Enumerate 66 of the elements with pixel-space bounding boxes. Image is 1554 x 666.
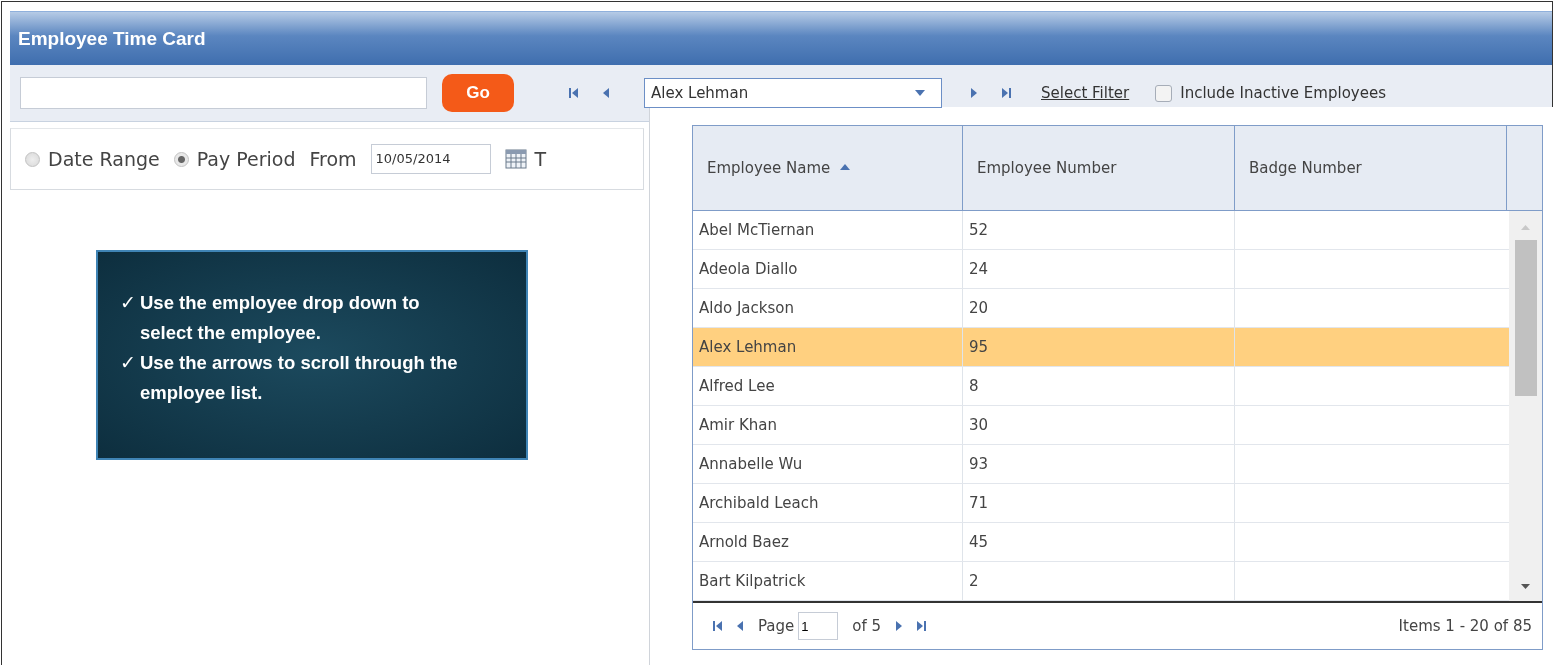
previous-icon[interactable] (737, 620, 744, 632)
table-row[interactable]: Amir Khan 30 (693, 406, 1509, 445)
page-label: Page (758, 617, 795, 635)
radio-label: Date Range (48, 148, 160, 170)
table-row[interactable]: Arnold Baez 45 (693, 523, 1509, 562)
table-row[interactable]: Annabelle Wu 93 (693, 445, 1509, 484)
calendar-icon[interactable] (504, 149, 527, 169)
check-mark-icon: ✓ (120, 288, 136, 348)
previous-icon[interactable] (603, 87, 610, 99)
window-title: Employee Time Card (10, 11, 1552, 65)
table-cell: 93 (969, 455, 989, 473)
table-cell: Abel McTiernan (699, 221, 815, 239)
table-row[interactable]: Abel McTiernan 52 (693, 211, 1509, 250)
table-cell: Amir Khan (699, 416, 778, 434)
search-field[interactable] (20, 77, 427, 109)
table-cell: 45 (969, 533, 989, 551)
select-filter-link[interactable]: Select Filter (1041, 84, 1130, 102)
table-cell: 71 (969, 494, 989, 512)
page-field[interactable]: 1 (798, 612, 839, 640)
instruction-text: Use the arrows to scroll through the employee list. (140, 351, 459, 405)
checkbox-label: Include Inactive Employees (1180, 84, 1386, 102)
check-mark-icon: ✓ (120, 348, 136, 408)
scroll-down-icon[interactable] (1521, 584, 1530, 589)
to-label: T (534, 148, 547, 170)
table-cell: 95 (969, 338, 989, 356)
table-cell: Alfred Lee (699, 377, 775, 395)
table-row[interactable]: Adeola Diallo 24 (693, 250, 1509, 289)
column-header[interactable]: Employee Name (693, 126, 963, 210)
table-cell: Annabelle Wu (699, 455, 803, 473)
first-page-icon[interactable] (713, 620, 723, 632)
table-cell: 8 (969, 377, 979, 395)
table-cell: Arnold Baez (699, 533, 789, 551)
employee-dropdown[interactable]: Alex Lehman (644, 78, 942, 108)
next-icon[interactable] (895, 620, 903, 632)
last-page-icon[interactable] (1001, 87, 1011, 99)
table-cell: Alex Lehman (699, 338, 797, 356)
date-field[interactable]: 10/05/2014 (370, 144, 491, 174)
next-icon[interactable] (970, 87, 977, 99)
table-cell: Archibald Leach (699, 494, 819, 512)
instruction-text: Use the employee drop down to select the employee. (140, 291, 421, 345)
first-page-icon[interactable] (569, 87, 579, 99)
caret-icon[interactable] (915, 90, 925, 96)
table-cell: 20 (969, 299, 989, 317)
table-cell: Aldo Jackson (699, 299, 794, 317)
table-row[interactable]: Bart Kilpatrick 2 (693, 562, 1509, 601)
items-count: Items 1 - 20 of 85 (1398, 617, 1532, 635)
table-cell: 24 (969, 260, 989, 278)
table-cell: 52 (969, 221, 989, 239)
table-cell: 2 (969, 572, 979, 590)
table-row[interactable]: Alfred Lee 8 (693, 367, 1509, 406)
from-label: From (309, 148, 357, 170)
radio-button[interactable] (25, 151, 40, 167)
table-row[interactable]: Alex Lehman 95 (693, 328, 1509, 367)
radio-button[interactable] (173, 151, 189, 167)
table-cell: Bart Kilpatrick (699, 572, 806, 590)
table-cell: Adeola Diallo (699, 260, 798, 278)
column-header[interactable]: Badge Number (1235, 126, 1507, 210)
last-page-icon[interactable] (916, 620, 927, 632)
radio-label: Pay Period (196, 148, 296, 170)
table-row[interactable]: Archibald Leach 71 (693, 484, 1509, 523)
table-cell: 30 (969, 416, 989, 434)
sort-ascending-icon[interactable] (840, 164, 851, 170)
page-count: of 5 (852, 617, 882, 635)
scrollbar[interactable] (1509, 211, 1542, 601)
scroll-thumb[interactable] (1514, 240, 1537, 396)
column-header[interactable]: Employee Number (963, 126, 1235, 210)
